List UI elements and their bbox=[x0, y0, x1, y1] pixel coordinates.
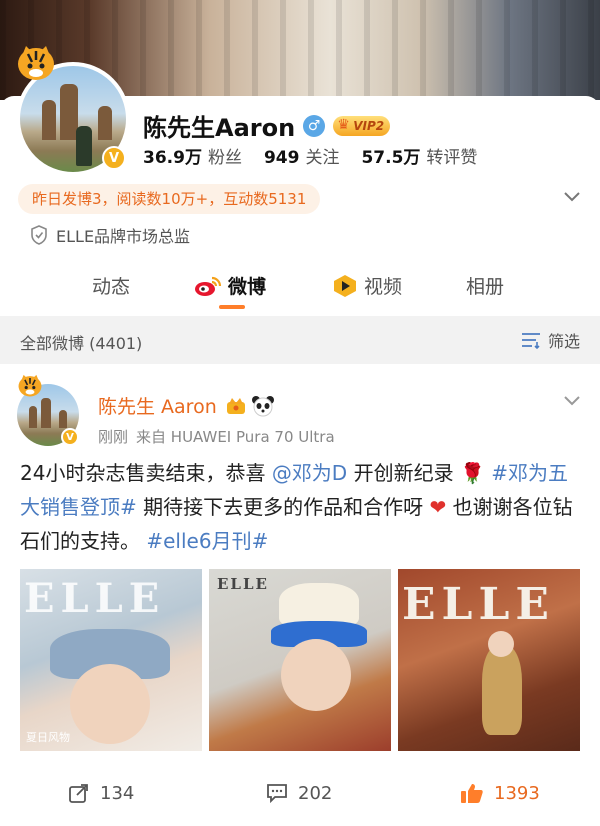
repost-count: 134 bbox=[100, 782, 135, 804]
tab-label: 微博 bbox=[228, 276, 267, 298]
post-text-segment: 开创新纪录 bbox=[353, 461, 460, 485]
tab-label: 动态 bbox=[92, 276, 131, 298]
magazine-logo: ELLE bbox=[24, 575, 166, 622]
avatar-photo-ruin bbox=[29, 406, 37, 428]
profile-name-row: 陈先生Aaron ♂ VIP2 bbox=[143, 108, 391, 143]
avatar-photo-ruin bbox=[41, 398, 51, 428]
avatar-photo-ruin bbox=[98, 106, 112, 140]
post-meta: 刚刚 来自 HUAWEI Pura 70 Ultra bbox=[98, 426, 343, 447]
verified-badge: V bbox=[102, 146, 126, 170]
repost-icon bbox=[69, 784, 88, 803]
magazine-logo: ELLE bbox=[217, 575, 269, 593]
filter-icon bbox=[521, 333, 540, 349]
panda-icon bbox=[251, 395, 274, 416]
avatar-photo-ruin bbox=[59, 410, 67, 428]
avatar-photo-ruin bbox=[42, 100, 56, 140]
post-author-name[interactable]: 陈先生 Aaron bbox=[98, 392, 217, 419]
video-icon bbox=[334, 274, 356, 297]
comment-icon bbox=[267, 784, 287, 804]
comment-count: 202 bbox=[298, 782, 333, 804]
avatar-photo-person bbox=[76, 126, 92, 166]
post-image[interactable]: ELLE bbox=[398, 569, 580, 751]
post-text-segment: 期待接下去更多的作品和合作呀 bbox=[143, 495, 424, 519]
post-image[interactable]: ELLE 夏日风物 bbox=[20, 569, 202, 751]
stat-interactions[interactable]: 57.5万 转评赞 bbox=[361, 143, 477, 168]
tab-label: 视频 bbox=[364, 276, 403, 298]
certification-text: ELLE品牌市场总监 bbox=[56, 227, 191, 246]
magazine-logo: ELLE bbox=[402, 579, 555, 630]
filter-button[interactable]: 筛选 bbox=[520, 328, 580, 352]
filter-label: 筛选 bbox=[547, 332, 580, 351]
post-action-bar: 134 202 1393 bbox=[0, 774, 600, 814]
tiger-icon bbox=[18, 374, 42, 397]
stat-following[interactable]: 949 关注 bbox=[264, 143, 340, 168]
tab-activity[interactable]: 动态 bbox=[92, 272, 130, 299]
tab-album[interactable]: 相册 bbox=[466, 272, 504, 299]
feed-filter-bar: 全部微博 (4401) 筛选 bbox=[0, 316, 600, 364]
stat-value: 57.5万 bbox=[361, 148, 421, 168]
image-face-shape bbox=[70, 664, 150, 744]
image-face-shape bbox=[281, 639, 351, 711]
repost-button[interactable]: 134 bbox=[68, 782, 134, 804]
profile-avatar-wrap[interactable]: V bbox=[16, 46, 130, 176]
profile-tabs: 动态 微博 视频 相册 bbox=[0, 262, 600, 312]
post-source[interactable]: 来自 HUAWEI Pura 70 Ultra bbox=[136, 426, 335, 447]
male-gender-icon: ♂ bbox=[303, 114, 326, 137]
crown-icon bbox=[226, 397, 245, 414]
tab-weibo[interactable]: 微博 bbox=[194, 272, 266, 299]
like-button[interactable]: 1393 bbox=[460, 782, 540, 804]
stat-value: 949 bbox=[263, 148, 300, 168]
chevron-down-icon[interactable] bbox=[562, 186, 582, 206]
profile-name: 陈先生Aaron bbox=[143, 114, 296, 142]
image-figure-shape bbox=[482, 645, 522, 735]
rose-emoji-icon: 🌹 bbox=[459, 461, 485, 485]
stat-followers[interactable]: 36.9万 粉丝 bbox=[143, 143, 242, 168]
post-hashtag-link[interactable]: #elle6月刊# bbox=[146, 529, 268, 553]
post-image-grid: ELLE 夏日风物 ELLE ELLE bbox=[20, 569, 580, 751]
stat-label: 粉丝 bbox=[207, 148, 242, 168]
activity-summary-pill[interactable]: 昨日发博3，阅读数10万+，互动数5131 bbox=[18, 184, 321, 214]
profile-stats: 36.9万 粉丝 949 关注 57.5万 转评赞 bbox=[143, 143, 499, 168]
certification-row: ELLE品牌市场总监 bbox=[30, 223, 190, 247]
image-caption: 夏日风物 bbox=[26, 731, 70, 744]
post-text-segment: 24小时杂志售卖结束，恭喜 bbox=[20, 461, 266, 485]
thumbs-up-icon bbox=[461, 784, 483, 803]
heart-emoji-icon: ❤ bbox=[429, 495, 447, 519]
active-tab-indicator bbox=[219, 305, 245, 309]
stat-label: 转评赞 bbox=[426, 148, 478, 168]
weibo-logo-icon bbox=[195, 276, 222, 296]
post-mention-link[interactable]: @邓为D bbox=[272, 461, 347, 485]
post-author-row: 陈先生 Aaron bbox=[98, 392, 275, 419]
shield-icon bbox=[31, 225, 47, 245]
image-face-shape bbox=[488, 631, 514, 657]
post-image[interactable]: ELLE bbox=[209, 569, 391, 751]
weibo-profile-page: V 陈先生Aaron ♂ VIP2 36.9万 粉丝 949 关注 57.5万 … bbox=[0, 0, 600, 826]
vip-badge[interactable]: VIP2 bbox=[333, 115, 391, 136]
stat-value: 36.9万 bbox=[143, 148, 202, 168]
feed-title: 全部微博 (4401) bbox=[20, 334, 143, 353]
verified-badge: V bbox=[61, 428, 79, 446]
chevron-down-icon[interactable] bbox=[562, 390, 582, 410]
like-count: 1393 bbox=[494, 782, 540, 804]
tab-label: 相册 bbox=[466, 276, 505, 298]
stat-label: 关注 bbox=[305, 148, 340, 168]
post-time: 刚刚 bbox=[98, 428, 129, 446]
tiger-icon bbox=[18, 46, 54, 80]
weibo-post: V 陈先生 Aaron 刚刚 来自 HUAWEI Pura 70 Ultra 2… bbox=[0, 364, 600, 826]
tab-video[interactable]: 视频 bbox=[332, 272, 402, 299]
post-body: 24小时杂志售卖结束，恭喜 @邓为D 开创新纪录 🌹 #邓为五大销售登顶# 期待… bbox=[20, 456, 582, 558]
comment-button[interactable]: 202 bbox=[266, 782, 332, 804]
